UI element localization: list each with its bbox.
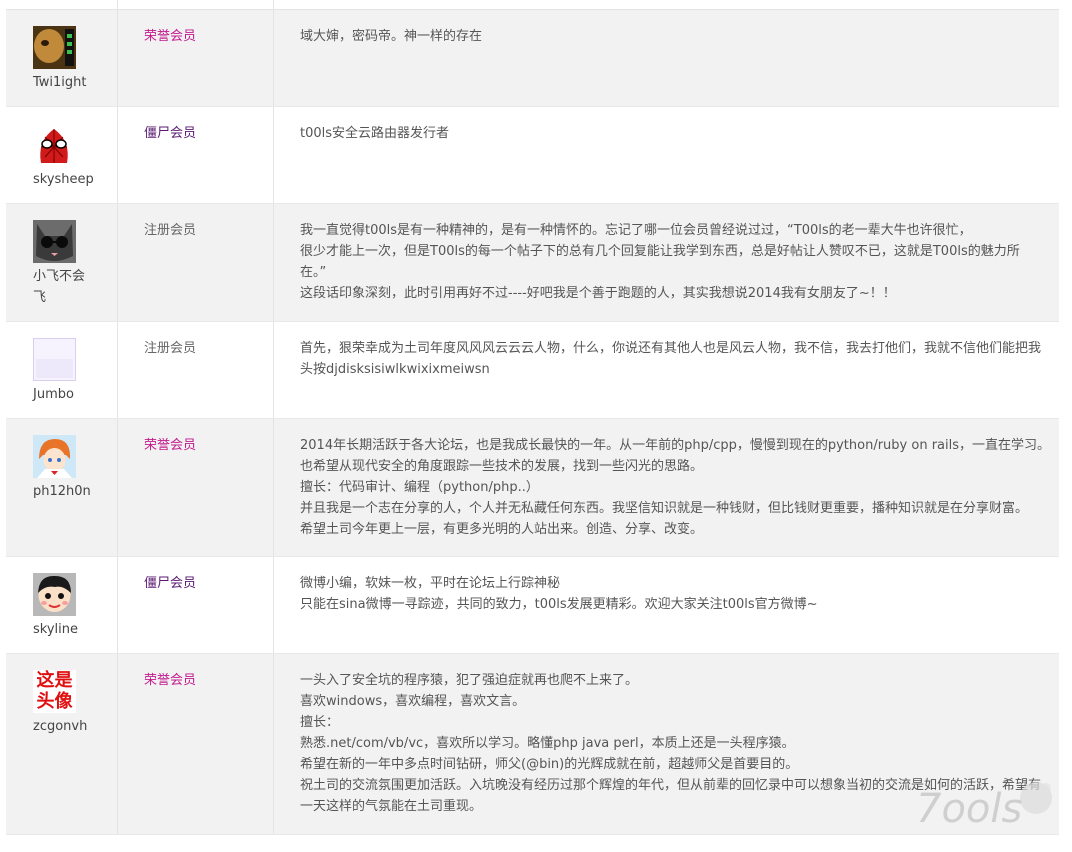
user-cell: Twi1ight — [6, 10, 118, 106]
rank-label: 僵尸会员 — [144, 576, 197, 591]
message-text: 域大婶，密码帝。神一样的存在 — [300, 26, 1030, 47]
anime-girl-avatar-icon[interactable] — [33, 435, 76, 478]
username[interactable]: Twi1ight — [33, 72, 103, 93]
rank-cell: 注册会员 — [118, 204, 274, 321]
avatar-text-line: 头像 — [36, 691, 73, 712]
username[interactable]: Jumbo — [33, 384, 103, 405]
message-line: 擅长： — [300, 715, 340, 730]
message-line: 在。” — [300, 265, 327, 280]
spiderman-avatar-icon[interactable] — [33, 123, 76, 166]
rank-cell: 注册会员 — [118, 322, 274, 418]
message-line: t00ls安全云路由器发行者 — [300, 126, 450, 141]
message-line: 很少才能上一次，但是T00ls的每一个帖子下的总有几个回复能让我学到东西，总是好… — [300, 244, 1020, 259]
message-line: 域大婶，密码帝。神一样的存在 — [300, 29, 483, 44]
message-line: 擅长：代码审计、编程（python/php..） — [300, 480, 539, 495]
username-line: 小飞不会 — [33, 269, 86, 284]
message-line: 希望在新的一年中多点时间钻研，师父(@bin)的光辉成就在前，超越师父是首要目的… — [300, 757, 799, 772]
table-row: Jumbo 注册会员 首先，狠荣幸成为土司年度风风风云云云人物，什么，你说还有其… — [6, 322, 1059, 419]
member-table: Twi1ight 荣誉会员 域大婶，密码帝。神一样的存在 skysheep 僵尸… — [6, 0, 1059, 835]
table-top-strip — [6, 0, 1059, 10]
message-line: 头按djdisksisiwlkwixixmeiwsn — [300, 362, 490, 377]
rank-cell: 荣誉会员 — [118, 10, 274, 106]
user-cell: skysheep — [6, 107, 118, 203]
message-line: 也希望从现代安全的角度跟踪一些技术的发展，找到一些闪光的思路。 — [300, 459, 704, 474]
text-avatar-icon[interactable]: 这是 头像 — [33, 670, 76, 713]
rank-label: 荣誉会员 — [144, 29, 197, 44]
table-row: Twi1ight 荣誉会员 域大婶，密码帝。神一样的存在 — [6, 10, 1059, 107]
message-line: 只能在sina微博一寻踪迹，共同的致力，t00ls发展更精彩。欢迎大家关注t00… — [300, 597, 818, 612]
message-line: 微博小编，软妹一枚，平时在论坛上行踪神秘 — [300, 576, 561, 591]
t00ls-watermark-logo: 7ools — [914, 776, 1054, 836]
rank-label: 荣誉会员 — [144, 438, 197, 453]
username-line: 飞 — [33, 290, 47, 305]
avatar-text-line: 这是 — [36, 670, 73, 691]
message-line: 首先，狠荣幸成为土司年度风风风云云云人物，什么，你说还有其他人也是风云人物，我不… — [300, 341, 1042, 356]
message-text: 首先，狠荣幸成为土司年度风风风云云云人物，什么，你说还有其他人也是风云人物，我不… — [300, 338, 1042, 380]
message-text: 微博小编，软妹一枚，平时在论坛上行踪神秘 只能在sina微博一寻踪迹，共同的致力… — [300, 573, 1030, 615]
username[interactable]: skysheep — [33, 169, 103, 190]
rank-cell: 荣誉会员 — [118, 419, 274, 556]
rank-cell: 僵尸会员 — [118, 107, 274, 203]
blank-avatar-icon[interactable] — [33, 338, 76, 381]
cat-sunglasses-avatar-icon[interactable] — [33, 220, 76, 263]
user-cell: ph12h0n — [6, 419, 118, 556]
rank-label: 僵尸会员 — [144, 126, 197, 141]
dark-cat-avatar-icon[interactable] — [33, 26, 76, 69]
message-line: 喜欢windows，喜欢编程，喜欢文言。 — [300, 694, 526, 709]
table-row: skysheep 僵尸会员 t00ls安全云路由器发行者 — [6, 107, 1059, 204]
user-cell: Jumbo — [6, 322, 118, 418]
rank-label: 注册会员 — [144, 341, 197, 356]
rank-label: 注册会员 — [144, 223, 197, 238]
table-row: 这是 头像 zcgonvh 荣誉会员 一头入了安全坑的程序猿，犯了强迫症就再也爬… — [6, 654, 1059, 835]
cartoon-boy-avatar-icon[interactable] — [33, 573, 76, 616]
username[interactable]: ph12h0n — [33, 481, 103, 502]
message-line: 2014年长期活跃于各大论坛，也是我成长最快的一年。从一年前的php/cpp，慢… — [300, 438, 1051, 453]
user-cell: skyline — [6, 557, 118, 653]
message-line: 熟悉.net/com/vb/vc，喜欢所以学习。略懂php java perl，… — [300, 736, 795, 751]
watermark-text: 7ools — [916, 786, 1022, 832]
message-line: 这段话印象深刻，此时引用再好不过----好吧我是个善于跑题的人，其实我想说201… — [300, 286, 896, 301]
message-text: t00ls安全云路由器发行者 — [300, 123, 1030, 144]
username[interactable]: 小飞不会 飞 — [33, 266, 103, 308]
message-text: 2014年长期活跃于各大论坛，也是我成长最快的一年。从一年前的php/cpp，慢… — [300, 435, 1051, 540]
rank-label: 荣誉会员 — [144, 673, 197, 688]
message-line: 并且我是一个志在分享的人，个人并无私藏任何东西。我坚信知识就是一种钱财，但比钱财… — [300, 501, 1029, 516]
rank-cell: 荣誉会员 — [118, 654, 274, 834]
user-cell: 小飞不会 飞 — [6, 204, 118, 321]
message-line: 希望土司今年更上一层，有更多光明的人站出来。创造、分享、改变。 — [300, 522, 704, 537]
table-row: ph12h0n 荣誉会员 2014年长期活跃于各大论坛，也是我成长最快的一年。从… — [6, 419, 1059, 557]
rank-cell: 僵尸会员 — [118, 557, 274, 653]
message-line: 我一直觉得t00ls是有一种精神的，是有一种情怀的。忘记了哪一位会员曾经说过过，… — [300, 223, 972, 238]
table-row: 小飞不会 飞 注册会员 我一直觉得t00ls是有一种精神的，是有一种情怀的。忘记… — [6, 204, 1059, 322]
message-text: 我一直觉得t00ls是有一种精神的，是有一种情怀的。忘记了哪一位会员曾经说过过，… — [300, 220, 1030, 304]
username[interactable]: skyline — [33, 619, 103, 640]
user-cell: 这是 头像 zcgonvh — [6, 654, 118, 834]
username[interactable]: zcgonvh — [33, 716, 103, 737]
message-line: 一头入了安全坑的程序猿，犯了强迫症就再也爬不上来了。 — [300, 673, 639, 688]
table-row: skyline 僵尸会员 微博小编，软妹一枚，平时在论坛上行踪神秘 只能在sin… — [6, 557, 1059, 654]
